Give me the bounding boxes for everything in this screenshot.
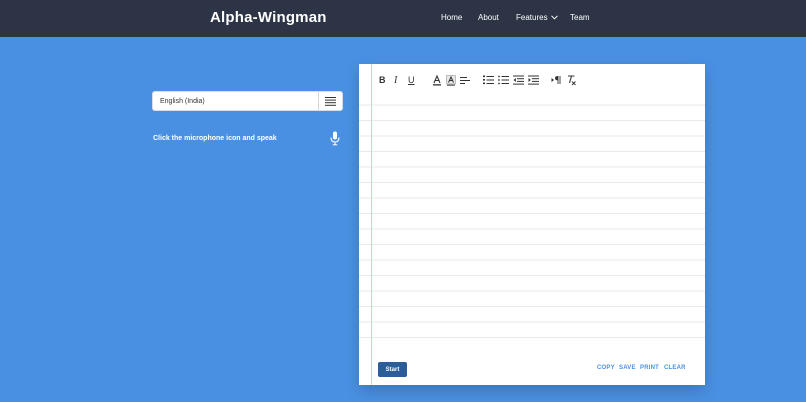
list-menu-icon[interactable] [318, 92, 342, 110]
font-color-icon[interactable] [432, 74, 442, 86]
nav-about[interactable]: About [478, 13, 499, 22]
nav-team[interactable]: Team [570, 13, 590, 22]
underline-button[interactable]: U [408, 74, 415, 86]
language-select-value: English (India) [160, 97, 205, 105]
align-icon[interactable] [460, 74, 470, 86]
microphone-icon[interactable] [330, 131, 340, 151]
clear-button[interactable]: CLEAR [664, 365, 686, 371]
print-button[interactable]: PRINT [640, 365, 659, 371]
chevron-down-icon [550, 13, 558, 22]
indent-icon[interactable] [528, 74, 539, 86]
editor-toolbar: B I U [379, 74, 699, 88]
editor-content-area[interactable] [359, 90, 705, 350]
background-color-icon[interactable] [446, 74, 456, 86]
brand-logo[interactable]: Alpha-Wingman [210, 9, 327, 26]
navbar: Alpha-Wingman Home About Features Team [0, 0, 806, 37]
ordered-list-icon[interactable] [483, 74, 494, 86]
text-editor: B I U [359, 64, 705, 385]
bold-button[interactable]: B [379, 74, 386, 86]
text-direction-icon[interactable] [551, 74, 561, 86]
instruction-text: Click the microphone icon and speak [153, 135, 277, 142]
nav-home[interactable]: Home [441, 13, 462, 22]
save-button[interactable]: SAVE [619, 365, 636, 371]
nav-features[interactable]: Features [516, 13, 558, 22]
language-select[interactable]: English (India) [152, 91, 343, 111]
nav-features-label: Features [516, 13, 548, 22]
editor-margin-line [371, 64, 372, 385]
outdent-icon[interactable] [513, 74, 524, 86]
bullet-list-icon[interactable] [498, 74, 509, 86]
start-button[interactable]: Start [378, 362, 407, 377]
clear-format-icon[interactable] [566, 74, 576, 86]
copy-button[interactable]: COPY [597, 365, 615, 371]
italic-button[interactable]: I [394, 74, 397, 86]
